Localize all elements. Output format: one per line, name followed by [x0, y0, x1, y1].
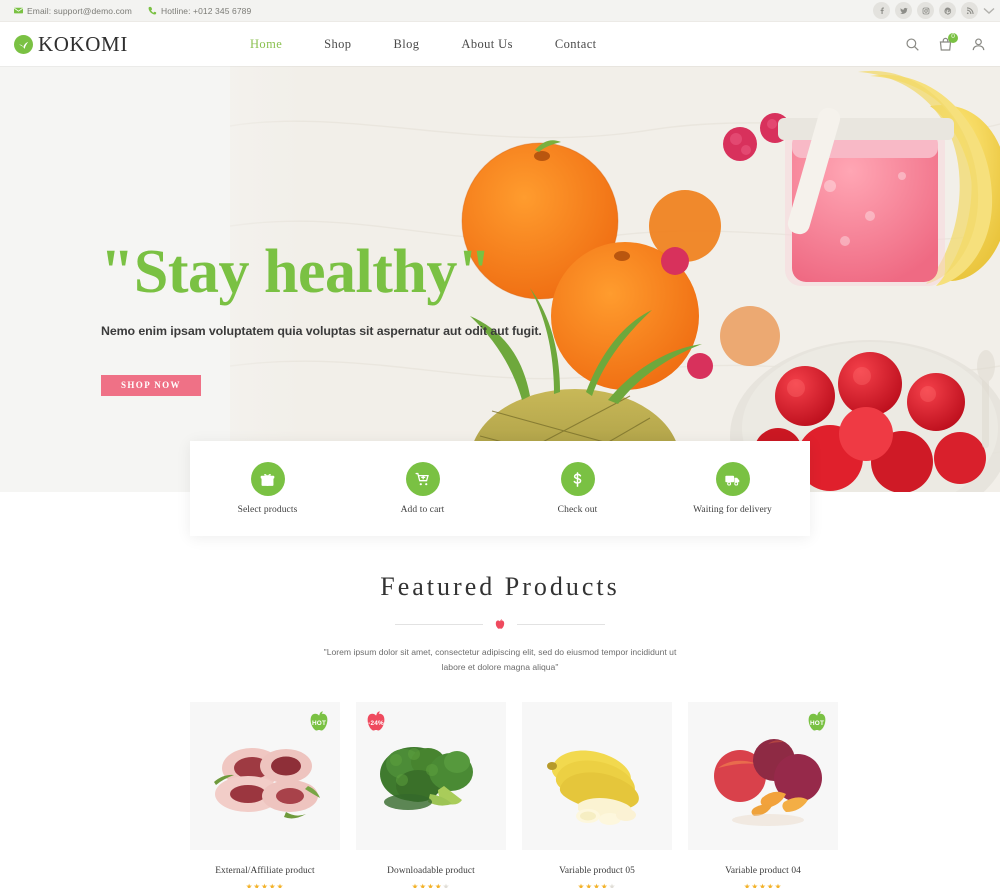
step-select-products[interactable]: Select products — [190, 462, 345, 515]
product-image[interactable] — [522, 702, 672, 851]
apple-icon — [493, 618, 507, 631]
top-bar-hotline[interactable]: Hotline: +012 345 6789 — [148, 6, 251, 16]
hero-banner: "Stay healthy" Nemo enim ipsam voluptate… — [0, 66, 1000, 492]
product-name[interactable]: Variable product 05 — [522, 866, 672, 876]
hero-subtitle: Nemo enim ipsam voluptatem quia voluptas… — [101, 324, 542, 338]
social-links — [868, 0, 1000, 22]
step-label: Check out — [557, 505, 598, 515]
step-label: Select products — [237, 505, 298, 515]
nav-item-shop[interactable]: Shop — [303, 37, 372, 52]
nav-item-about-us[interactable]: About Us — [440, 37, 533, 52]
product-image[interactable]: HOT — [190, 702, 340, 851]
envelope-icon — [14, 6, 23, 15]
delivery-truck-icon — [715, 462, 750, 496]
pinterest-icon[interactable] — [939, 2, 956, 19]
step-label: Add to cart — [400, 505, 445, 515]
product-image[interactable]: -24% — [356, 702, 506, 851]
section-divider — [0, 618, 1000, 631]
nav-item-contact[interactable]: Contact — [534, 37, 618, 52]
step-label: Waiting for delivery — [693, 505, 772, 515]
product-info: External/Affiliate product ★★★★★ $69 — [190, 850, 340, 888]
product-name[interactable]: External/Affiliate product — [190, 866, 340, 876]
top-bar-email[interactable]: Email: support@demo.com — [14, 6, 132, 16]
corner-fold-icon — [978, 0, 1000, 22]
product-badge-hot: HOT — [804, 709, 830, 735]
featured-products-section: Featured Products "Lorem ipsum dolor sit… — [0, 556, 1000, 888]
product-card[interactable]: -24% Downloadable product ★★★★★ $250 $19… — [356, 702, 506, 888]
nav-item-blog[interactable]: Blog — [372, 37, 440, 52]
step-add-to-cart[interactable]: Add to cart — [345, 462, 500, 515]
product-grid: HOT External/Affiliate product ★★★★★ $69 — [190, 702, 838, 888]
search-icon[interactable] — [905, 37, 920, 52]
site-header: KOKOMI Home Shop Blog About Us Contact 0 — [0, 22, 1000, 66]
top-bar-email-text: Email: support@demo.com — [27, 5, 132, 16]
gift-icon — [250, 462, 285, 496]
product-info: Variable product 04 ★★★★★ $150 — [688, 850, 838, 888]
dollar-icon — [560, 462, 595, 496]
product-info: Downloadable product ★★★★★ $250 $190 — [356, 850, 506, 888]
phone-icon — [148, 6, 157, 15]
main-navigation: Home Shop Blog About Us Contact — [229, 37, 905, 52]
shop-now-button[interactable]: SHOP NOW — [101, 375, 201, 396]
section-description: "Lorem ipsum dolor sit amet, consectetur… — [323, 647, 677, 673]
hero-title: "Stay healthy" — [100, 238, 491, 306]
facebook-icon[interactable] — [873, 2, 890, 19]
hero-content: "Stay healthy" Nemo enim ipsam voluptate… — [100, 66, 720, 492]
product-card[interactable]: Variable product 05 ★★★★★ $120 — [522, 702, 672, 888]
product-card[interactable]: HOT Variable product 04 ★★★★★ $150 — [688, 702, 838, 888]
section-title: Featured Products — [380, 572, 620, 601]
shopping-bag-icon[interactable]: 0 — [938, 32, 958, 52]
divider-line-right — [517, 624, 605, 625]
instagram-icon[interactable] — [917, 2, 934, 19]
step-check-out[interactable]: Check out — [500, 462, 655, 515]
cart-icon — [405, 462, 440, 496]
nav-item-home[interactable]: Home — [229, 37, 303, 52]
product-info: Variable product 05 ★★★★★ $120 — [522, 850, 672, 888]
site-logo[interactable]: KOKOMI — [14, 31, 229, 56]
product-rating: ★★★★★ — [743, 882, 783, 888]
step-waiting-for-delivery[interactable]: Waiting for delivery — [655, 462, 810, 515]
product-badge-label: HOT — [809, 719, 825, 727]
header-actions: 0 — [905, 32, 986, 52]
product-badge-label: -24% — [368, 719, 384, 727]
twitter-icon[interactable] — [895, 2, 912, 19]
product-name[interactable]: Downloadable product — [356, 866, 506, 876]
top-bar-hotline-text: Hotline: +012 345 6789 — [160, 5, 252, 16]
product-badge-sale: -24% — [363, 709, 389, 735]
product-image[interactable]: HOT — [688, 702, 838, 851]
product-rating: ★★★★★ — [577, 882, 617, 888]
cart-count-badge: 0 — [948, 32, 958, 43]
product-rating: ★★★★★ — [411, 882, 451, 888]
product-badge-hot: HOT — [306, 709, 332, 735]
product-card[interactable]: HOT External/Affiliate product ★★★★★ $69 — [190, 702, 340, 888]
steps-section: Select products Add to cart Check out Wa… — [0, 441, 1000, 556]
product-name[interactable]: Variable product 04 — [688, 866, 838, 876]
top-bar: Email: support@demo.com Hotline: +012 34… — [0, 0, 1000, 22]
top-bar-contact: Email: support@demo.com Hotline: +012 34… — [14, 6, 251, 16]
product-rating: ★★★★★ — [245, 882, 285, 888]
logo-text: KOKOMI — [38, 31, 128, 56]
steps-card: Select products Add to cart Check out Wa… — [190, 441, 810, 536]
rss-icon[interactable] — [961, 2, 978, 19]
leaf-check-icon — [14, 34, 33, 54]
product-badge-label: HOT — [311, 719, 327, 727]
divider-line-left — [395, 624, 483, 625]
user-icon[interactable] — [971, 37, 986, 52]
